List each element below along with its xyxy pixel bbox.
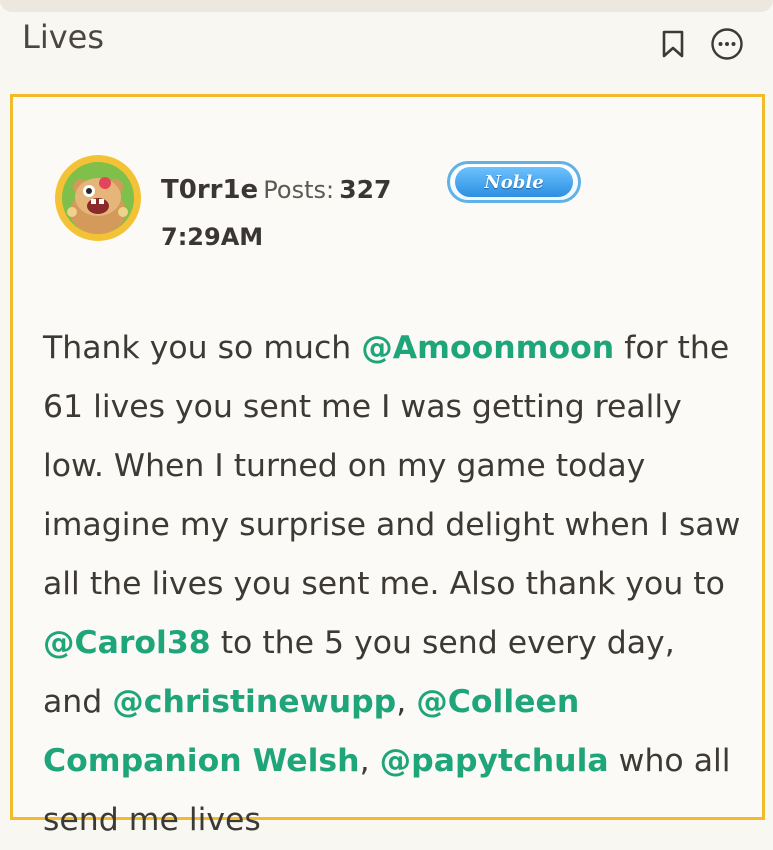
post-text: Thank you so much: [43, 330, 362, 366]
post-text: ,: [359, 743, 380, 779]
author-username[interactable]: T0rr1e: [161, 175, 258, 205]
more-options-icon: [711, 28, 743, 60]
rank-badge: Noble: [447, 161, 581, 203]
author-meta: T0rr1e Posts: 327 7:29AM: [161, 175, 401, 251]
post-card: T0rr1e Posts: 327 7:29AM Noble Thank you…: [10, 94, 765, 838]
page-header: Lives: [0, 12, 773, 82]
post-text: for the 61 lives you sent me I was getti…: [43, 330, 741, 602]
posts-label: Posts:: [263, 176, 335, 204]
header-actions: [655, 26, 745, 62]
candy-creature-avatar-icon: [57, 157, 139, 239]
bookmark-icon: [662, 30, 684, 58]
top-app-bar-edge: [0, 0, 773, 12]
user-mention-link[interactable]: @christinewupp: [112, 684, 396, 720]
more-options-button[interactable]: [709, 26, 745, 62]
user-mention-link[interactable]: @Carol38: [43, 625, 211, 661]
user-mention-link[interactable]: @papytchula: [380, 743, 609, 779]
user-mention-link[interactable]: @Amoonmoon: [361, 330, 614, 366]
post-text: ,: [396, 684, 417, 720]
posts-count: 327: [339, 175, 392, 204]
bookmark-button[interactable]: [655, 26, 691, 62]
post-body: Thank you so much @Amoonmoon for the 61 …: [43, 319, 743, 850]
avatar[interactable]: [57, 157, 139, 239]
page-title: Lives: [22, 18, 105, 56]
post-timestamp[interactable]: 7:29AM: [161, 223, 401, 251]
rank-badge-label: Noble: [455, 167, 573, 197]
author-row: T0rr1e Posts: 327 7:29AM Noble: [57, 157, 717, 267]
